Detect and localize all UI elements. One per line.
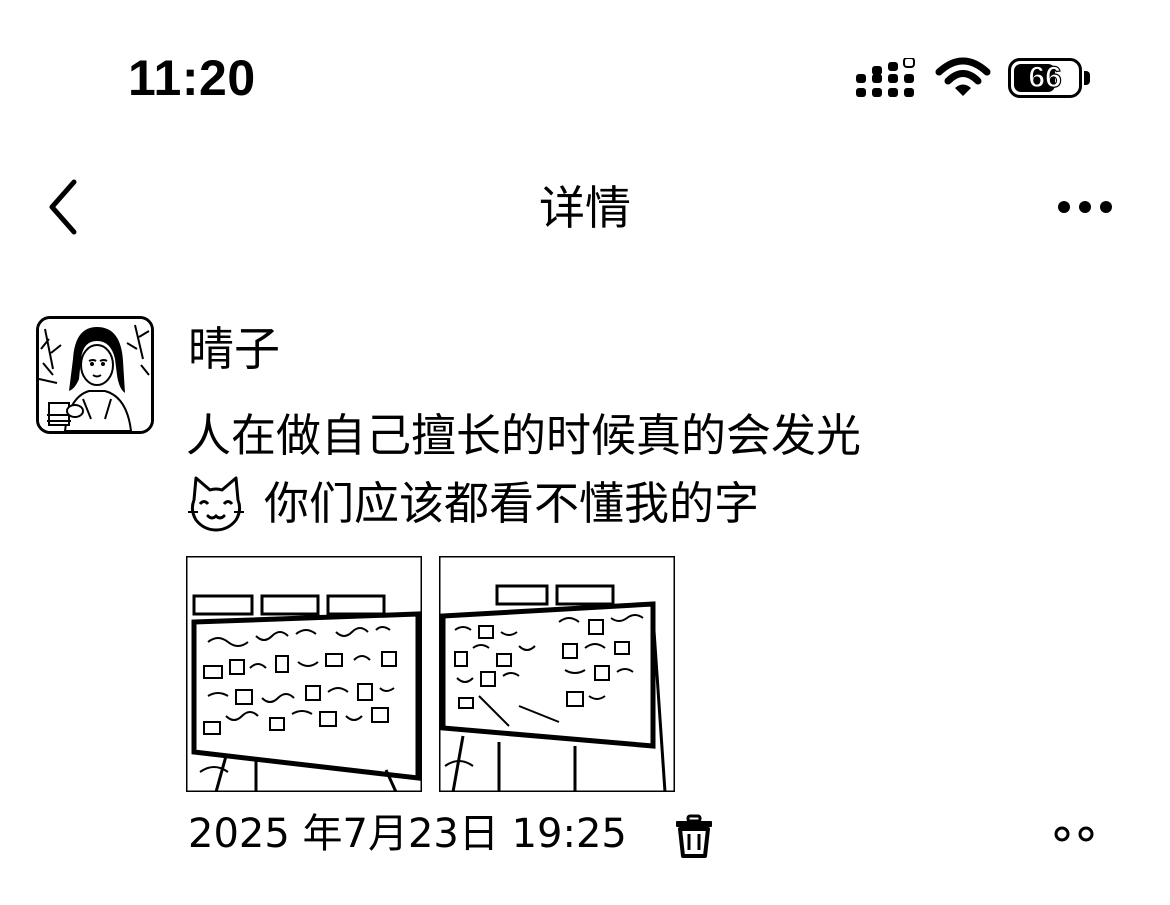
comment-button[interactable]: [1050, 820, 1100, 848]
photo-whiteboard: [439, 556, 675, 792]
post-text-line: 你们应该都看不懂我的字: [186, 470, 1146, 538]
wifi-icon: [935, 57, 991, 96]
more-horizontal-icon: [1058, 201, 1112, 213]
post-timestamp: 2025 年7月23日 19:25: [188, 811, 627, 857]
avatar-portrait: [39, 319, 151, 431]
avatar[interactable]: [36, 316, 154, 434]
post-text-line: 人在做自己擅长的时候真的会发光: [186, 402, 1146, 470]
battery-icon: 66: [1008, 58, 1082, 98]
photo-1[interactable]: [186, 556, 422, 792]
post-text-line-2: 你们应该都看不懂我的字: [264, 477, 760, 530]
battery-level: 66: [1028, 61, 1063, 95]
username[interactable]: 晴子: [188, 320, 280, 378]
cat-face-icon: [188, 476, 244, 532]
status-time: 11:20: [128, 50, 256, 106]
post-text-line-1: 人在做自己擅长的时候真的会发光: [186, 409, 862, 462]
signal-icon: [856, 58, 915, 97]
post-text: 人在做自己擅长的时候真的会发光 你们应该都看不懂我的字: [186, 402, 1146, 538]
trash-icon[interactable]: [674, 814, 714, 858]
two-dots-icon: [1054, 826, 1094, 842]
page-title: 详情: [539, 181, 631, 235]
photo-whiteboard: [186, 556, 422, 792]
battery-tip: [1084, 71, 1090, 85]
more-button[interactable]: [1050, 190, 1120, 224]
photo-2[interactable]: [439, 556, 675, 792]
